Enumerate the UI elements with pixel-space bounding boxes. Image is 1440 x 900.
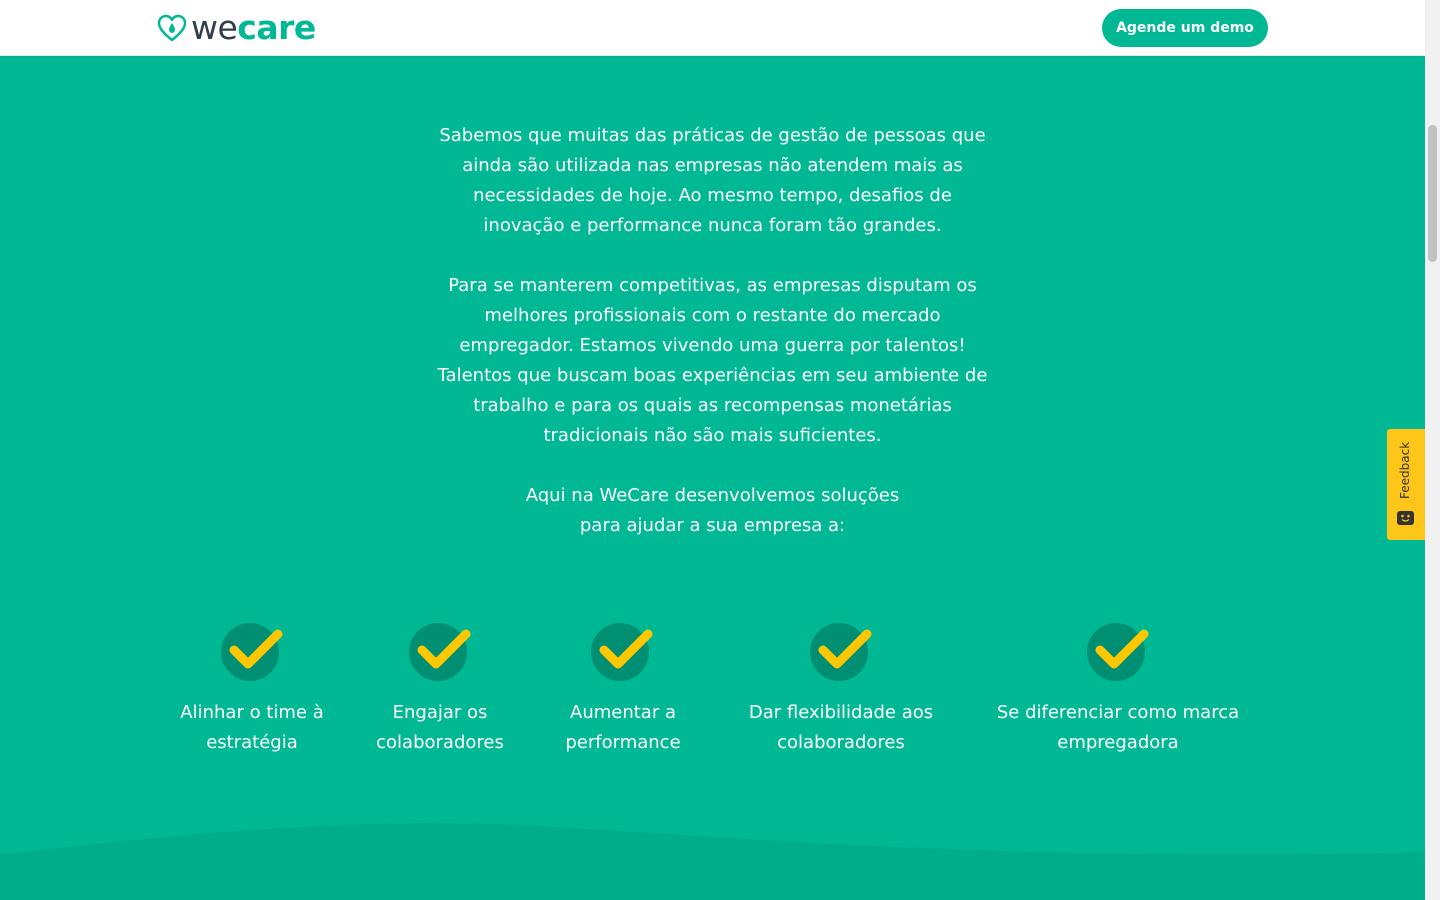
benefit-label-flexibility: Dar flexibilidade aos colaboradores <box>748 702 934 753</box>
scrollbar-thumb[interactable] <box>1428 125 1437 262</box>
logo-care-text: care <box>237 8 316 47</box>
check-icon <box>1087 623 1149 681</box>
benefit-label-align-team: Alinhar o time à estratégia <box>180 702 324 753</box>
intro-paragraph-1: Sabemos que muitas das práticas de gestã… <box>439 125 986 236</box>
check-icon <box>221 623 283 681</box>
intro-text-block: Sabemos que muitas das práticas de gestã… <box>430 121 995 571</box>
feedback-label: Feedback <box>1398 441 1412 499</box>
check-icon <box>591 623 653 681</box>
logo-we-text: we <box>191 8 238 47</box>
benefit-label-performance: Aumentar a performance <box>565 702 681 753</box>
check-icon <box>810 623 872 681</box>
benefit-label-employer-brand: Se diferenciar como marca empregadora <box>996 702 1240 753</box>
wecare-logo[interactable]: wecare <box>157 11 316 44</box>
benefit-label-engage: Engajar os colaboradores <box>376 702 504 753</box>
schedule-demo-button[interactable]: Agende um demo <box>1102 9 1268 47</box>
intro-paragraph-3: Aqui na WeCare desenvolvemos soluções pa… <box>525 485 900 536</box>
feedback-face-icon <box>1397 511 1414 525</box>
check-icon <box>409 623 471 681</box>
intro-paragraph-2: Para se manterem competitivas, as empres… <box>437 275 988 446</box>
heart-drop-icon <box>157 14 187 42</box>
feedback-tab[interactable]: Feedback <box>1387 429 1425 540</box>
section-wave-divider <box>0 823 1425 900</box>
site-header: wecare Agende um demo <box>0 0 1425 56</box>
